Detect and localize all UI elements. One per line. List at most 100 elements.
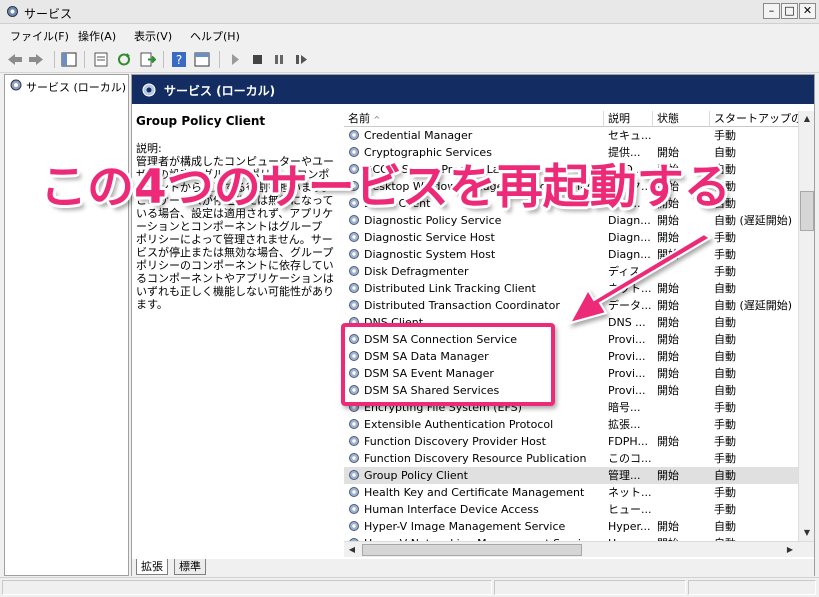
service-startup-type: 自動 xyxy=(714,469,736,482)
service-description: 拡張... xyxy=(608,418,641,431)
service-name: Function Discovery Resource Publication xyxy=(364,452,587,465)
service-status: 開始 xyxy=(657,367,679,380)
tab-standard[interactable]: 標準 xyxy=(174,559,206,575)
start-service-icon[interactable] xyxy=(226,51,244,68)
close-button[interactable]: ✕ xyxy=(799,3,816,19)
refresh-icon[interactable] xyxy=(115,51,133,68)
table-row[interactable]: Group Policy Client 管理... 開始 自動 xyxy=(344,467,810,484)
service-description: Provi... xyxy=(608,384,646,397)
services-gear-icon xyxy=(9,78,23,95)
service-gear-icon xyxy=(347,451,361,468)
service-name: Function Discovery Provider Host xyxy=(364,435,546,448)
scroll-up-arrow-icon[interactable]: ▲ xyxy=(799,111,815,127)
service-description: 暗号... xyxy=(608,401,641,414)
service-name: Human Interface Device Access xyxy=(364,503,539,516)
scroll-thumb-horizontal[interactable] xyxy=(362,544,582,556)
service-startup-type: 手動 xyxy=(714,129,736,142)
scroll-right-arrow-icon[interactable]: ▶ xyxy=(782,542,798,558)
service-gear-icon xyxy=(347,298,361,315)
column-header-startup-type[interactable]: スタートアップの種類 xyxy=(710,111,810,127)
toolbar-separator xyxy=(163,51,164,68)
service-status: 開始 xyxy=(657,384,679,397)
table-row[interactable]: Health Key and Certificate Management ネット… xyxy=(344,484,810,501)
horizontal-scrollbar[interactable]: ◀ ▶ xyxy=(344,541,814,557)
service-description: ヒュー... xyxy=(608,503,652,516)
toolbar: ? xyxy=(0,46,819,73)
scroll-left-arrow-icon[interactable]: ◀ xyxy=(344,542,360,558)
svg-text:?: ? xyxy=(176,53,182,67)
table-row[interactable]: Function Discovery Provider Host FDPH... 開… xyxy=(344,433,810,450)
service-startup-type: 自動 xyxy=(714,350,736,363)
toolbar-separator xyxy=(84,51,85,68)
tree-node-services-local[interactable]: サービス (ローカル) xyxy=(9,78,126,95)
service-description: ネット... xyxy=(608,486,652,499)
pane-header: サービス (ローカル) xyxy=(132,75,814,104)
status-segment xyxy=(494,580,686,595)
service-gear-icon xyxy=(347,434,361,451)
view-pane-icon[interactable] xyxy=(193,51,211,68)
service-status: 開始 xyxy=(657,469,679,482)
table-row[interactable]: Hyper-V Image Management Service Hyper...… xyxy=(344,518,810,535)
service-description: 管理... xyxy=(608,469,641,482)
service-startup-type: 手動 xyxy=(714,418,736,431)
scroll-down-arrow-icon[interactable]: ▼ xyxy=(799,525,815,541)
service-startup-type: 手動 xyxy=(714,452,736,465)
column-header-name[interactable]: 名前 ^ xyxy=(344,111,604,127)
service-startup-type: 自動 xyxy=(714,333,736,346)
table-row[interactable]: Extensible Authentication Protocol 拡張... 手… xyxy=(344,416,810,433)
service-startup-type: 手動 xyxy=(714,248,736,261)
tree-node-label: サービス (ローカル) xyxy=(26,80,127,94)
service-description: Hyper... xyxy=(608,520,651,533)
service-description: セキュ... xyxy=(608,129,652,142)
service-gear-icon xyxy=(347,264,361,281)
service-status: 開始 xyxy=(657,350,679,363)
service-startup-type: 手動 xyxy=(714,231,736,244)
service-status: 開始 xyxy=(657,520,679,533)
maximize-button[interactable]: □ xyxy=(781,3,798,19)
scroll-thumb[interactable] xyxy=(800,191,814,231)
service-startup-type: 手動 xyxy=(714,435,736,448)
tab-extended[interactable]: 拡張 xyxy=(136,559,168,575)
title-bar: サービス – □ ✕ xyxy=(0,0,819,24)
table-row[interactable]: Function Discovery Resource Publication こ… xyxy=(344,450,810,467)
service-startup-type: 自動 xyxy=(714,316,736,329)
service-description: このコ... xyxy=(608,452,652,465)
column-header-description[interactable]: 説明 xyxy=(604,111,653,127)
window-title: サービス xyxy=(24,7,73,21)
services-gear-icon xyxy=(141,82,157,101)
help-icon[interactable]: ? xyxy=(170,51,188,68)
menu-view[interactable]: 表示(V) xyxy=(134,28,172,44)
back-arrow-icon[interactable] xyxy=(6,51,24,68)
menu-action[interactable]: 操作(A) xyxy=(78,28,116,44)
minimize-button[interactable]: – xyxy=(763,3,780,19)
table-row[interactable]: Credential Manager セキュ... 手動 xyxy=(344,127,810,144)
view-tabs: 拡張 標準 xyxy=(132,559,814,576)
status-bar xyxy=(0,577,819,597)
service-startup-type: 手動 xyxy=(714,503,736,516)
service-startup-type: 自動 xyxy=(714,520,736,533)
console-tree-icon[interactable] xyxy=(60,51,78,68)
properties-icon[interactable] xyxy=(92,51,110,68)
column-header-status[interactable]: 状態 xyxy=(653,111,710,127)
export-list-icon[interactable] xyxy=(138,51,156,68)
table-row[interactable]: Human Interface Device Access ヒュー... 手動 xyxy=(344,501,810,518)
service-gear-icon xyxy=(347,485,361,502)
vertical-scrollbar[interactable]: ▲ ▼ xyxy=(798,111,814,541)
forward-arrow-icon[interactable] xyxy=(27,51,45,68)
service-startup-type: 手動 xyxy=(714,401,736,414)
status-segment xyxy=(688,580,816,595)
service-gear-icon xyxy=(347,128,361,145)
selected-service-name: Group Policy Client xyxy=(136,114,266,128)
menu-file[interactable]: ファイル(F) xyxy=(10,28,69,44)
list-header: 名前 ^ 説明 状態 スタートアップの種類 xyxy=(344,111,810,127)
stop-service-icon[interactable] xyxy=(248,51,266,68)
service-name: Hyper-V Image Management Service xyxy=(364,520,566,533)
restart-service-icon[interactable] xyxy=(292,51,310,68)
service-startup-type: 自動 xyxy=(714,367,736,380)
pause-service-icon[interactable] xyxy=(270,51,288,68)
service-startup-type: 手動 xyxy=(714,265,736,278)
service-gear-icon xyxy=(347,468,361,485)
service-startup-type: 手動 xyxy=(714,486,736,499)
menu-help[interactable]: ヘルプ(H) xyxy=(190,28,240,44)
toolbar-separator xyxy=(54,51,55,68)
